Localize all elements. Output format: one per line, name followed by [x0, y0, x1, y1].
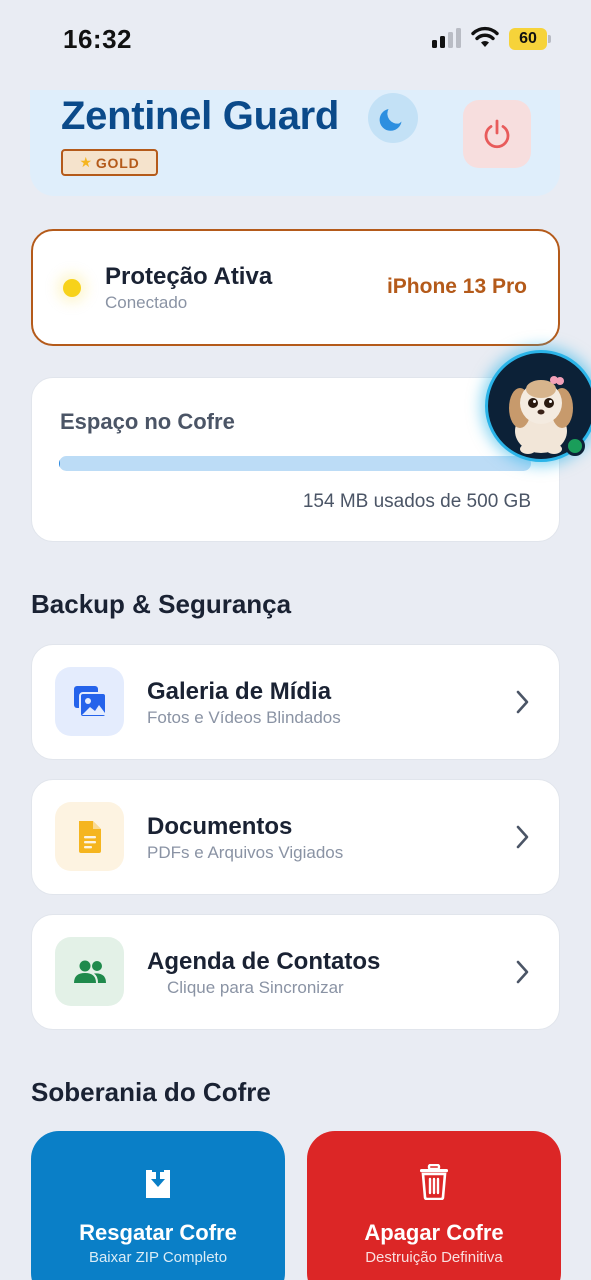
delete-vault-button[interactable]: Apagar Cofre Destruição Definitiva [307, 1131, 561, 1280]
image-icon [74, 686, 107, 718]
backup-section-title: Backup & Segurança [31, 589, 292, 619]
download-icon [146, 1165, 170, 1198]
action-subtitle: Baixar ZIP Completo [88, 1249, 228, 1266]
item-subtitle: PDFs e Arquivos Vigiados [147, 843, 344, 862]
tier-label: GOLD [95, 154, 140, 171]
battery-level: 60 [519, 30, 537, 47]
status-time: 16:32 [63, 24, 132, 54]
wifi-icon [471, 26, 499, 48]
signal-icon [432, 28, 462, 48]
item-subtitle: Fotos e Vídeos Blindados [147, 708, 341, 727]
document-icon-box [55, 802, 124, 871]
trash-icon [420, 1164, 448, 1200]
online-status-dot [565, 436, 585, 456]
connection-status: Conectado [105, 293, 188, 312]
contacts-icon [74, 960, 106, 983]
theme-toggle-button[interactable] [368, 93, 418, 143]
contacts-icon-box [55, 937, 124, 1006]
action-title: Resgatar Cofre [79, 1220, 237, 1245]
item-title: Agenda de Contatos [147, 948, 381, 975]
moon-icon [379, 109, 402, 131]
sovereignty-section-title: Soberania do Cofre [31, 1077, 271, 1107]
app-title: Zentinel Guard [61, 94, 340, 138]
document-icon [79, 821, 101, 853]
action-subtitle: Destruição Definitiva [365, 1249, 503, 1266]
device-name: iPhone 13 Pro [386, 275, 527, 298]
action-title: Apagar Cofre [364, 1220, 504, 1245]
storage-usage: 154 MB usados de 500 GB [302, 491, 531, 512]
protection-title: Proteção Ativa [105, 263, 273, 290]
storage-progress-bar [59, 456, 531, 471]
documents-item[interactable]: Documentos PDFs e Arquivos Vigiados [31, 779, 560, 895]
contacts-item[interactable]: Agenda de Contatos Clique para Sincroniz… [31, 914, 560, 1030]
status-indicator [63, 279, 81, 297]
star-icon: ★ [79, 154, 93, 170]
item-title: Galeria de Mídia [147, 678, 332, 705]
chevron-right-icon [516, 690, 529, 714]
image-icon-box [55, 667, 124, 736]
battery-icon: 60 [509, 28, 551, 50]
chevron-right-icon [516, 825, 529, 849]
power-icon [484, 119, 510, 149]
status-bar: 16:32 60 [0, 0, 591, 80]
item-title: Documentos [147, 813, 293, 840]
power-button[interactable] [463, 100, 531, 168]
rescue-vault-button[interactable]: Resgatar Cofre Baixar ZIP Completo [31, 1131, 285, 1280]
media-gallery-item[interactable]: Galeria de Mídia Fotos e Vídeos Blindado… [31, 644, 560, 760]
storage-title: Espaço no Cofre [60, 409, 235, 434]
tier-badge: ★ GOLD [61, 149, 158, 176]
item-subtitle: Clique para Sincronizar [167, 978, 344, 997]
chevron-right-icon [516, 960, 529, 984]
